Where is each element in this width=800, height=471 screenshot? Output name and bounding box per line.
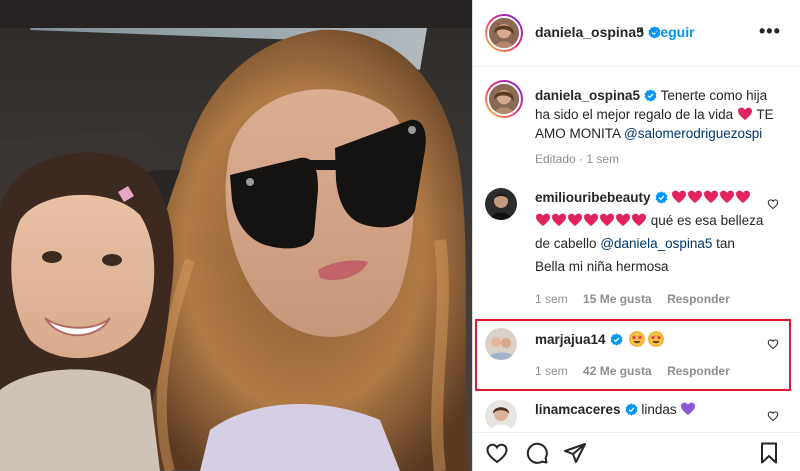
- follow-button[interactable]: Seguir: [651, 24, 695, 40]
- reply-button[interactable]: Responder: [667, 364, 730, 378]
- purple-heart-emoji-icon: [681, 402, 696, 415]
- comment-time: 1 sem: [535, 292, 568, 306]
- reply-button[interactable]: Responder: [667, 292, 730, 306]
- red-heart-emoji-icon: [536, 213, 550, 226]
- verified-badge-icon: [655, 191, 667, 204]
- comment-meta-0: 1 sem 15 Me gusta Responder: [535, 292, 730, 306]
- caption-mention-link[interactable]: @salomerodriguezospi: [624, 126, 762, 141]
- red-heart-emoji-icon: [736, 190, 751, 203]
- red-heart-emoji-icon: [632, 213, 646, 226]
- caption-meta: Editado · 1 sem: [535, 152, 620, 166]
- like-comment-heart-icon[interactable]: [767, 338, 779, 350]
- post-photo[interactable]: [0, 0, 472, 471]
- comment-username[interactable]: emiliouribebeauty: [535, 190, 651, 205]
- comment-bubble-icon[interactable]: [525, 441, 549, 465]
- comment-marjajua14: marjajua14: [535, 328, 765, 351]
- comment-text: lindas: [641, 402, 677, 417]
- caption-author-avatar[interactable]: [485, 80, 523, 118]
- post-photo-image: [0, 0, 472, 471]
- comment-emojis: [626, 331, 665, 347]
- comment-avatar-emiliouribebeauty[interactable]: [485, 188, 517, 220]
- post-details-panel: daniela_ospina5 • Seguir ••• daniela_osp…: [472, 0, 800, 471]
- red-heart-emoji-icon: [704, 190, 719, 203]
- like-comment-heart-icon[interactable]: [767, 410, 779, 422]
- star-struck-emoji-icon: [648, 331, 665, 347]
- comment-mention-link[interactable]: @daniela_ospina5: [600, 236, 712, 251]
- red-heart-emoji-icon: [552, 213, 566, 226]
- comment-avatar-linamcaceres[interactable]: [485, 400, 517, 432]
- red-heart-emoji-icon: [568, 213, 582, 226]
- author-avatar[interactable]: [485, 14, 523, 52]
- post-caption: daniela_ospina5 Tenerte como hija ha sid…: [535, 86, 785, 143]
- red-heart-emoji-icon: [737, 107, 752, 120]
- red-heart-emoji-icon: [672, 190, 687, 203]
- paper-plane-icon[interactable]: [563, 441, 587, 465]
- caption-username[interactable]: daniela_ospina5: [535, 88, 640, 103]
- like-comment-heart-icon[interactable]: [767, 198, 779, 210]
- comment-username[interactable]: linamcaceres: [535, 402, 621, 417]
- red-heart-emoji-icon: [584, 213, 598, 226]
- comment-username[interactable]: marjajua14: [535, 332, 606, 347]
- instagram-post-view: daniela_ospina5 • Seguir ••• daniela_osp…: [0, 0, 800, 471]
- comment-time: 1 sem: [535, 364, 568, 378]
- header-divider: [473, 66, 800, 67]
- star-struck-emoji-icon: [629, 331, 646, 347]
- comment-linamcaceres: linamcaceres lindas: [535, 398, 765, 421]
- heart-outline-icon[interactable]: [485, 441, 509, 465]
- comment-likes[interactable]: 15 Me gusta: [583, 292, 652, 306]
- header-separator: •: [639, 22, 644, 38]
- bookmark-icon[interactable]: [757, 441, 781, 465]
- comment-hearts-row-1: [671, 190, 751, 205]
- comment-meta-1: 1 sem 42 Me gusta Responder: [535, 364, 730, 378]
- red-heart-emoji-icon: [720, 190, 735, 203]
- more-options-icon[interactable]: •••: [759, 22, 781, 40]
- comment-emiliouribebeauty: emiliouribebeauty qué es esa belleza de …: [535, 186, 765, 278]
- comment-hearts-row-2: [535, 213, 647, 228]
- comment-likes[interactable]: 42 Me gusta: [583, 364, 652, 378]
- comment-avatar-marjajua14[interactable]: [485, 328, 517, 360]
- red-heart-emoji-icon: [688, 190, 703, 203]
- red-heart-emoji-icon: [600, 213, 614, 226]
- post-action-bar: [473, 432, 800, 471]
- red-heart-emoji-icon: [616, 213, 630, 226]
- verified-badge-icon: [610, 333, 622, 346]
- author-username-text[interactable]: daniela_ospina5: [535, 24, 644, 40]
- verified-badge-icon: [625, 403, 637, 416]
- verified-badge-icon: [644, 89, 657, 102]
